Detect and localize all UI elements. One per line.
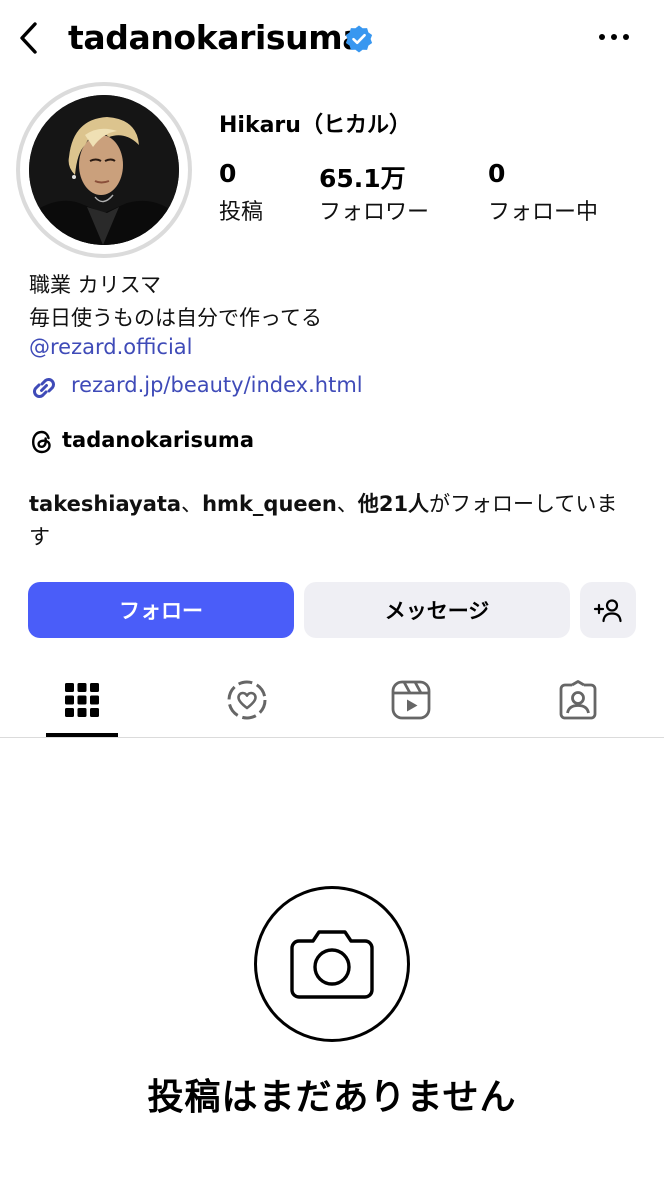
follower-name-2: hmk_queen bbox=[202, 492, 337, 516]
grid-icon bbox=[65, 683, 99, 717]
more-options-button[interactable] bbox=[592, 22, 636, 52]
verified-badge-icon bbox=[345, 25, 373, 53]
empty-state-camera bbox=[254, 886, 410, 1042]
reels-icon bbox=[391, 680, 431, 720]
following-label[interactable]: フォロー中 bbox=[488, 194, 598, 226]
posts-label[interactable]: 投稿 bbox=[219, 194, 263, 226]
tab-divider bbox=[0, 737, 664, 738]
following-count[interactable]: 0 bbox=[488, 159, 505, 188]
threads-icon bbox=[31, 430, 51, 454]
follow-button[interactable]: フォロー bbox=[28, 582, 294, 638]
bio-line-2: 毎日使うものは自分で作ってる bbox=[29, 306, 322, 330]
followers-label[interactable]: フォロワー bbox=[319, 194, 429, 226]
threads-username[interactable]: tadanokarisuma bbox=[62, 428, 254, 452]
page-title: tadanokarisuma bbox=[68, 18, 365, 57]
add-user-icon bbox=[593, 599, 622, 623]
chevron-left-icon bbox=[20, 22, 37, 54]
suggested-users-button[interactable] bbox=[580, 582, 636, 638]
followed-by-text[interactable]: takeshiayata、hmk_queen、他21人がフォローしています bbox=[29, 488, 629, 554]
camera-icon bbox=[290, 930, 374, 999]
back-button[interactable] bbox=[10, 16, 46, 60]
posts-count[interactable]: 0 bbox=[219, 159, 236, 188]
follower-name-1: takeshiayata bbox=[29, 492, 182, 516]
avatar-photo bbox=[29, 95, 179, 245]
bio-line-1: 職業 カリスマ bbox=[29, 273, 162, 297]
message-button[interactable]: メッセージ bbox=[304, 582, 570, 638]
tab-reels[interactable] bbox=[373, 670, 449, 730]
external-link[interactable]: rezard.jp/beauty/index.html bbox=[71, 373, 363, 397]
followed-by-separator: 、 bbox=[336, 492, 358, 516]
avatar[interactable] bbox=[29, 95, 179, 245]
tab-tagged[interactable] bbox=[540, 670, 616, 730]
bio-mention-link[interactable]: @rezard.official bbox=[29, 335, 193, 359]
profile-display-name: Hikaru（ヒカル） bbox=[219, 113, 411, 138]
tab-featured[interactable] bbox=[209, 670, 285, 730]
link-icon bbox=[33, 378, 55, 398]
empty-state-text: 投稿はまだありません bbox=[147, 1077, 517, 1118]
tagged-icon bbox=[559, 680, 597, 720]
more-icon bbox=[599, 34, 629, 40]
featured-icon bbox=[227, 680, 267, 720]
followed-by-others: 他21人 bbox=[357, 492, 430, 516]
tab-posts-grid[interactable] bbox=[44, 670, 120, 730]
followers-count[interactable]: 65.1万 bbox=[319, 159, 406, 195]
followed-by-separator: 、 bbox=[181, 492, 203, 516]
